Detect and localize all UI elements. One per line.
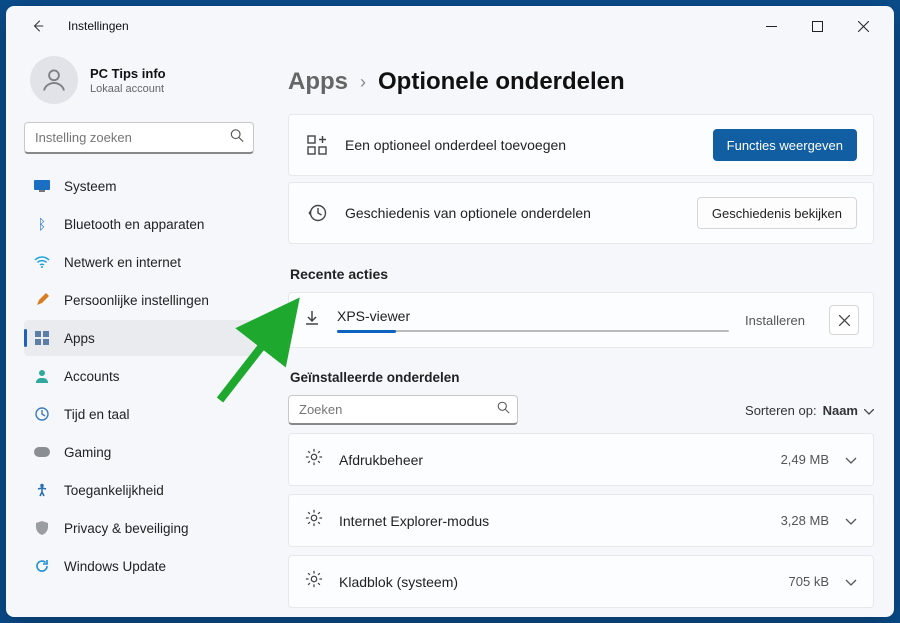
profile-sub: Lokaal account	[90, 83, 166, 95]
wifi-icon	[34, 254, 50, 270]
history-label: Geschiedenis van optionele onderdelen	[345, 205, 681, 221]
nav-label: Persoonlijke instellingen	[64, 293, 209, 308]
gear-icon	[305, 448, 323, 471]
installed-item-name: Kladblok (systeem)	[339, 574, 773, 590]
installed-item-size: 2,49 MB	[781, 452, 829, 467]
titlebar: Instellingen	[6, 6, 894, 46]
installed-search	[288, 395, 518, 425]
installed-toolbar: Sorteren op: Naam	[288, 395, 874, 425]
globe-clock-icon	[34, 406, 50, 422]
bluetooth-icon: ᛒ	[34, 216, 50, 232]
breadcrumb: Apps › Optionele onderdelen	[288, 68, 874, 96]
nav-label: Bluetooth en apparaten	[64, 217, 204, 232]
gear-icon	[305, 570, 323, 593]
installed-item-name: Afdrukbeheer	[339, 452, 765, 468]
chevron-down-icon	[864, 403, 874, 418]
chevron-right-icon: ›	[360, 72, 366, 93]
installed-item-name: Internet Explorer-modus	[339, 513, 765, 529]
nav: Systeem ᛒ Bluetooth en apparaten Netwerk …	[24, 168, 258, 584]
installed-item-size: 3,28 MB	[781, 513, 829, 528]
installed-search-input[interactable]	[288, 395, 518, 425]
window-title: Instellingen	[68, 19, 129, 33]
avatar	[30, 56, 78, 104]
add-feature-label: Een optioneel onderdeel toevoegen	[345, 137, 697, 153]
system-icon	[34, 178, 50, 194]
download-icon	[303, 309, 321, 332]
shield-icon	[34, 520, 50, 536]
apps-icon	[34, 330, 50, 346]
sidebar-item-privacy[interactable]: Privacy & beveiliging	[24, 510, 258, 546]
cancel-install-button[interactable]	[829, 305, 859, 335]
sidebar: PC Tips info Lokaal account Systeem ᛒ Blu…	[6, 46, 268, 617]
view-history-button[interactable]: Geschiedenis bekijken	[697, 197, 857, 229]
sidebar-item-time[interactable]: Tijd en taal	[24, 396, 258, 432]
brush-icon	[34, 292, 50, 308]
nav-label: Netwerk en internet	[64, 255, 181, 270]
back-button[interactable]	[26, 14, 50, 38]
sidebar-item-personalization[interactable]: Persoonlijke instellingen	[24, 282, 258, 318]
installed-item-size: 705 kB	[789, 574, 829, 589]
search-input[interactable]	[24, 122, 254, 154]
sort-value: Naam	[823, 403, 858, 418]
search-icon	[497, 401, 510, 419]
minimize-button[interactable]	[748, 6, 794, 46]
main-content: Apps › Optionele onderdelen Een optionee…	[268, 46, 894, 617]
breadcrumb-parent[interactable]: Apps	[288, 68, 348, 96]
update-icon	[34, 558, 50, 574]
sidebar-search	[24, 122, 254, 154]
settings-window: Instellingen PC Tips info Lokaal account	[6, 6, 894, 617]
sidebar-item-apps[interactable]: Apps	[24, 320, 258, 356]
page-title: Optionele onderdelen	[378, 68, 625, 96]
gear-icon	[305, 509, 323, 532]
sidebar-item-accessibility[interactable]: Toegankelijkheid	[24, 472, 258, 508]
close-button[interactable]	[840, 6, 886, 46]
nav-label: Systeem	[64, 179, 117, 194]
chevron-down-icon	[845, 573, 857, 591]
nav-label: Windows Update	[64, 559, 166, 574]
sidebar-item-gaming[interactable]: Gaming	[24, 434, 258, 470]
history-icon	[305, 203, 329, 223]
sidebar-item-network[interactable]: Netwerk en internet	[24, 244, 258, 280]
sort-control[interactable]: Sorteren op: Naam	[745, 403, 874, 418]
chevron-down-icon	[845, 451, 857, 469]
gaming-icon	[34, 444, 50, 460]
person-icon	[34, 368, 50, 384]
nav-label: Gaming	[64, 445, 111, 460]
installed-heading: Geïnstalleerde onderdelen	[290, 370, 874, 385]
profile-name: PC Tips info	[90, 66, 166, 81]
nav-label: Tijd en taal	[64, 407, 130, 422]
sort-prefix: Sorteren op:	[745, 403, 817, 418]
view-features-button[interactable]: Functies weergeven	[713, 129, 857, 161]
installed-item[interactable]: Internet Explorer-modus 3,28 MB	[288, 494, 874, 547]
nav-label: Apps	[64, 331, 95, 346]
recent-action-item: XPS-viewer Installeren	[288, 292, 874, 348]
nav-label: Privacy & beveiliging	[64, 521, 189, 536]
sidebar-item-system[interactable]: Systeem	[24, 168, 258, 204]
recent-item-name: XPS-viewer	[337, 308, 729, 324]
profile-block[interactable]: PC Tips info Lokaal account	[30, 56, 252, 104]
recent-heading: Recente acties	[290, 266, 874, 282]
installed-item[interactable]: Kladblok (systeem) 705 kB	[288, 555, 874, 608]
accessibility-icon	[34, 482, 50, 498]
chevron-down-icon	[845, 512, 857, 530]
install-progress	[337, 330, 729, 332]
sidebar-item-bluetooth[interactable]: ᛒ Bluetooth en apparaten	[24, 206, 258, 242]
sidebar-item-update[interactable]: Windows Update	[24, 548, 258, 584]
nav-label: Accounts	[64, 369, 120, 384]
add-feature-row: Een optioneel onderdeel toevoegen Functi…	[288, 114, 874, 176]
add-grid-icon	[305, 135, 329, 155]
nav-label: Toegankelijkheid	[64, 483, 164, 498]
maximize-button[interactable]	[794, 6, 840, 46]
installed-item[interactable]: Afdrukbeheer 2,49 MB	[288, 433, 874, 486]
search-icon	[230, 129, 244, 148]
history-row: Geschiedenis van optionele onderdelen Ge…	[288, 182, 874, 244]
recent-item-status: Installeren	[745, 313, 805, 328]
sidebar-item-accounts[interactable]: Accounts	[24, 358, 258, 394]
